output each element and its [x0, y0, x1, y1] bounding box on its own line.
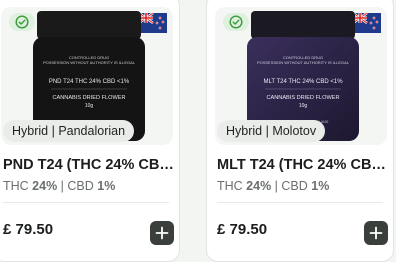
thc-label: THC	[3, 179, 33, 193]
jar-label-line3: 10g	[299, 103, 308, 109]
strain-tag: Hybrid | Molotov	[217, 120, 326, 142]
product-card[interactable]: CONTROLLED DRUG POSSESSION WITHOUT AUTHO…	[0, 0, 180, 262]
thc-value: 24%	[246, 179, 272, 193]
jar-label-line2: CANNABIS DRIED FLOWER	[52, 95, 125, 101]
jar-label-line1: PND T24 THC 24% CBD <1%	[49, 79, 130, 85]
product-image[interactable]: CONTROLLED DRUG POSSESSION WITHOUT AUTHO…	[1, 7, 173, 145]
jar-label-line1: MLT T24 THC 24% CBD <1%	[263, 79, 343, 85]
potency-info: THC 24% | CBD 1%	[217, 179, 329, 193]
product-price: £ 79.50	[217, 221, 268, 238]
add-to-cart-button[interactable]	[150, 221, 174, 245]
jar-label-line3: 10g	[85, 103, 94, 109]
thc-value: 24%	[32, 179, 58, 193]
product-title[interactable]: MLT T24 (THC 24% CBD <1%) Cannabis Dried…	[217, 157, 389, 173]
potency-separator: |	[57, 179, 68, 193]
cbd-label: CBD	[281, 179, 312, 193]
plus-icon	[155, 226, 169, 240]
cbd-value: 1%	[311, 179, 330, 193]
divider	[217, 202, 383, 203]
cbd-value: 1%	[97, 179, 116, 193]
product-image[interactable]: CONTROLLED DRUG POSSESSION WITHOUT AUTHO…	[215, 7, 387, 145]
potency-separator: |	[271, 179, 282, 193]
thc-label: THC	[217, 179, 247, 193]
jar-label-line2: CANNABIS DRIED FLOWER	[266, 95, 339, 101]
cbd-label: CBD	[67, 179, 98, 193]
check-circle-icon	[15, 15, 29, 29]
product-price: £ 79.50	[3, 221, 54, 238]
divider	[3, 202, 169, 203]
product-card[interactable]: CONTROLLED DRUG POSSESSION WITHOUT AUTHO…	[206, 0, 394, 262]
svg-text:POSSESSION WITHOUT AUTHORITY I: POSSESSION WITHOUT AUTHORITY IS ILLEGAL	[257, 60, 350, 65]
plus-icon	[369, 226, 383, 240]
svg-text:POSSESSION WITHOUT AUTHORITY I: POSSESSION WITHOUT AUTHORITY IS ILLEGAL	[43, 60, 136, 65]
potency-info: THC 24% | CBD 1%	[3, 179, 115, 193]
strain-tag: Hybrid | Pandalorian	[3, 120, 135, 142]
add-to-cart-button[interactable]	[364, 221, 388, 245]
check-circle-icon	[229, 15, 243, 29]
product-title[interactable]: PND T24 (THC 24% CBD <1%) Cannabis Dried…	[3, 157, 175, 173]
